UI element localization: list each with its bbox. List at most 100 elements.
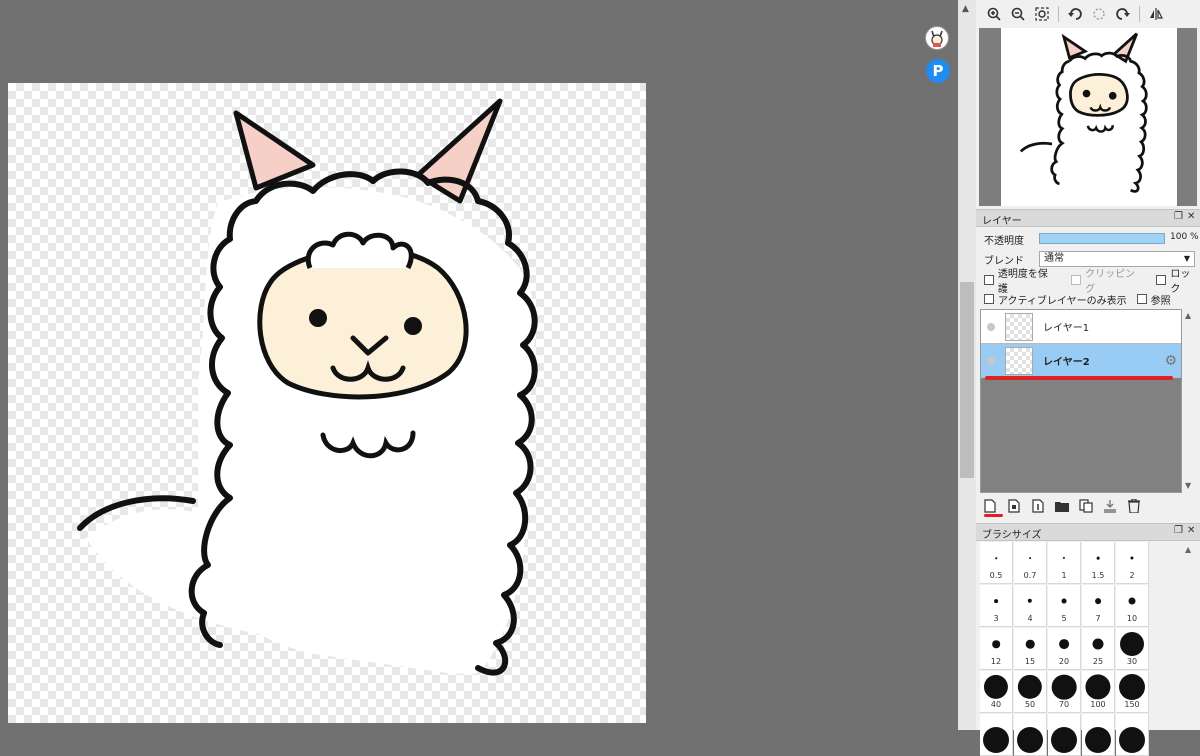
blend-mode-value: 通常 xyxy=(1044,253,1064,264)
scroll-up-icon[interactable]: ▲ xyxy=(1185,311,1191,320)
brush-dot-icon xyxy=(983,727,1009,753)
delete-layer-icon[interactable] xyxy=(1124,496,1144,516)
brush-dot-icon xyxy=(1092,638,1104,650)
brush-size-cell[interactable]: 0.7 xyxy=(1014,542,1047,584)
brush-size-cell[interactable] xyxy=(980,714,1013,756)
opacity-row: 不透明度 xyxy=(984,230,1024,248)
brush-size-cell[interactable]: 100 xyxy=(1082,671,1115,713)
brush-size-cell[interactable]: 5 xyxy=(1048,585,1081,627)
pixiv-icon[interactable]: P xyxy=(926,59,950,83)
scroll-up-icon[interactable]: ▲ xyxy=(1185,545,1191,554)
brush-size-cell[interactable]: 7 xyxy=(1082,585,1115,627)
new-halftone-layer-icon[interactable] xyxy=(1004,496,1024,516)
extension-avatar-icon[interactable] xyxy=(925,26,949,50)
panel-close-icon[interactable]: ✕ xyxy=(1187,211,1195,222)
brush-size-cell[interactable] xyxy=(1116,714,1149,756)
brush-dot-icon xyxy=(1017,727,1043,753)
navigator-preview[interactable] xyxy=(979,28,1197,206)
brush-size-cell[interactable]: 1 xyxy=(1048,542,1081,584)
workspace[interactable]: P xyxy=(0,0,958,730)
layer-item-2[interactable]: レイヤー2 ⚙ xyxy=(981,344,1181,378)
panel-close-icon[interactable]: ✕ xyxy=(1187,525,1195,536)
brush-size-cell[interactable]: 20 xyxy=(1048,628,1081,670)
brush-dot-icon xyxy=(1061,598,1067,604)
panel-float-icon[interactable]: ❐ xyxy=(1174,525,1183,536)
brush-dot-icon xyxy=(1119,674,1145,700)
panel-float-icon[interactable]: ❐ xyxy=(1174,211,1183,222)
layer-item-1[interactable]: レイヤー1 xyxy=(981,310,1181,344)
brush-panel-scrollbar[interactable]: ▲ xyxy=(1182,542,1196,730)
workspace-scrollbar[interactable]: ▲ xyxy=(958,0,976,730)
brush-size-cell[interactable]: 50 xyxy=(1014,671,1047,713)
brush-size-cell[interactable]: 2 xyxy=(1116,542,1149,584)
new-1bit-layer-icon[interactable] xyxy=(1028,496,1048,516)
brush-size-label: 10 xyxy=(1126,614,1138,623)
brush-dot-icon xyxy=(1095,598,1101,604)
flip-horizontal-icon[interactable] xyxy=(1146,4,1166,24)
brush-size-label: 150 xyxy=(1124,700,1140,709)
brush-panel-title: ブラシサイズ xyxy=(982,530,1042,541)
chevron-down-icon: ▼ xyxy=(1183,254,1190,263)
reference-label: 参照 xyxy=(1150,295,1171,307)
brush-size-cell[interactable]: 70 xyxy=(1048,671,1081,713)
new-folder-icon[interactable] xyxy=(1052,496,1072,516)
brush-size-label: 50 xyxy=(1024,700,1036,709)
protect-alpha-checkbox[interactable] xyxy=(984,275,994,285)
zoom-fit-icon[interactable] xyxy=(1032,4,1052,24)
brush-dot-icon xyxy=(1027,598,1033,604)
brush-size-cell[interactable]: 25 xyxy=(1082,628,1115,670)
gear-icon[interactable]: ⚙ xyxy=(1164,353,1177,369)
brush-size-cell[interactable]: 10 xyxy=(1116,585,1149,627)
brush-size-label: 3 xyxy=(993,614,999,623)
lock-label: ロック xyxy=(1170,269,1191,295)
active-only-checkbox[interactable] xyxy=(984,294,994,304)
brush-size-label: 20 xyxy=(1058,657,1070,666)
rotate-left-icon[interactable] xyxy=(1065,4,1085,24)
toolbar-separator xyxy=(1058,6,1059,22)
brush-size-label: 30 xyxy=(1126,657,1138,666)
brush-size-cell[interactable] xyxy=(1014,714,1047,756)
scroll-down-icon[interactable]: ▼ xyxy=(1185,481,1191,490)
layer-thumbnail xyxy=(1005,312,1033,341)
visibility-toggle-icon[interactable] xyxy=(987,322,995,331)
brush-dot-icon xyxy=(1085,727,1111,753)
brush-size-cell[interactable]: 3 xyxy=(980,585,1013,627)
duplicate-layer-icon[interactable] xyxy=(1076,496,1096,516)
brush-dot-icon xyxy=(1085,674,1111,700)
brush-dot-icon xyxy=(995,557,997,559)
rotate-reset-icon[interactable] xyxy=(1089,4,1109,24)
annotation-underline xyxy=(984,514,1003,517)
new-layer-icon[interactable] xyxy=(980,496,1000,516)
brush-size-label: 2 xyxy=(1129,571,1135,580)
brush-size-cell[interactable]: 30 xyxy=(1116,628,1149,670)
zoom-out-icon[interactable] xyxy=(1008,4,1028,24)
brush-size-cell[interactable]: 12 xyxy=(980,628,1013,670)
brush-dot-icon xyxy=(1051,727,1077,753)
brush-size-cell[interactable]: 1.5 xyxy=(1082,542,1115,584)
brush-size-cell[interactable] xyxy=(1082,714,1115,756)
layer-list[interactable]: レイヤー1 レイヤー2 ⚙ xyxy=(980,309,1182,493)
reference-checkbox[interactable] xyxy=(1136,294,1147,304)
opacity-slider[interactable] xyxy=(1039,233,1165,244)
scrollbar-thumb[interactable] xyxy=(960,282,974,478)
brush-size-cell[interactable]: 15 xyxy=(1014,628,1047,670)
brush-size-cell[interactable]: 0.5 xyxy=(980,542,1013,584)
clipping-checkbox[interactable] xyxy=(1071,275,1082,285)
right-panel: レイヤー ❐ ✕ 不透明度 100 % ブレンド 通常 ▼ 透明度を保護 クリッ… xyxy=(976,0,1200,756)
scroll-up-icon[interactable]: ▲ xyxy=(962,4,969,14)
layer-list-scrollbar[interactable]: ▲ ▼ xyxy=(1182,309,1196,493)
brush-size-cell[interactable]: 40 xyxy=(980,671,1013,713)
merge-down-icon[interactable] xyxy=(1100,496,1120,516)
rotate-right-icon[interactable] xyxy=(1113,4,1133,24)
opacity-label: 不透明度 xyxy=(984,235,1024,247)
layer-panel-title: レイヤー xyxy=(982,216,1022,227)
drawing-canvas[interactable] xyxy=(8,83,646,723)
zoom-in-icon[interactable] xyxy=(984,4,1004,24)
visibility-toggle-icon[interactable] xyxy=(987,356,995,365)
lock-checkbox[interactable] xyxy=(1156,275,1167,285)
brush-dot-icon xyxy=(1128,597,1136,605)
brush-size-cell[interactable] xyxy=(1048,714,1081,756)
brush-size-cell[interactable]: 150 xyxy=(1116,671,1149,713)
brush-dot-icon xyxy=(1120,632,1144,656)
brush-size-cell[interactable]: 4 xyxy=(1014,585,1047,627)
